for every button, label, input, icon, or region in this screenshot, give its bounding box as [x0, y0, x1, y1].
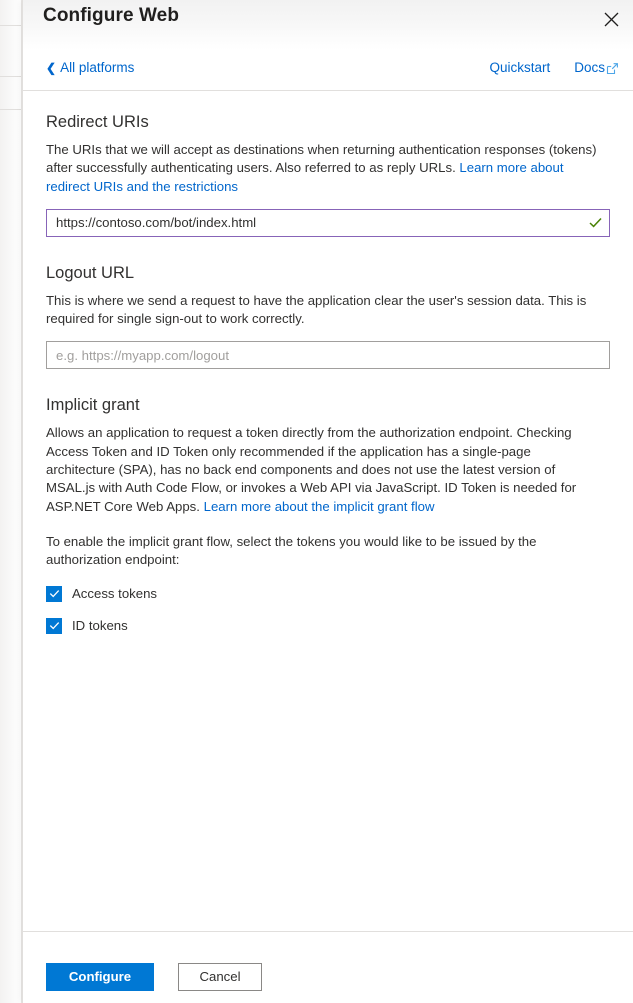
backdrop-strip [0, 110, 22, 1003]
checkbox-label-id-tokens: ID tokens [72, 617, 128, 633]
implicit-grant-description: Allows an application to request a token… [46, 424, 598, 515]
redirect-uris-description: The URIs that we will accept as destinat… [46, 141, 598, 196]
blade-titlebar: Configure Web [23, 0, 633, 50]
redirect-uri-field [46, 208, 610, 237]
configure-web-blade: Configure Web ❮ All platforms Quickstart… [22, 0, 633, 1003]
checkbox-row-id-tokens[interactable]: ID tokens [46, 616, 128, 636]
checkbox-label-access-tokens: Access tokens [72, 585, 158, 601]
checkmark-glyph [49, 622, 59, 630]
implicit-grant-learn-more-link[interactable]: Learn more about the implicit grant flow [204, 499, 435, 514]
section-heading-implicit-grant: Implicit grant [46, 396, 140, 415]
breadcrumb-all-platforms[interactable]: ❮ All platforms [46, 60, 134, 75]
configure-button[interactable]: Configure [46, 963, 154, 991]
token-checkbox-list: Access tokens ID tokens [46, 584, 610, 636]
blade-command-bar: ❮ All platforms Quickstart Docs [23, 50, 633, 91]
blade-content: Redirect URIs The URIs that we will acce… [23, 91, 633, 931]
close-icon[interactable] [595, 3, 627, 35]
cancel-button[interactable]: Cancel [178, 963, 262, 991]
implicit-grant-instruction: To enable the implicit grant flow, selec… [46, 533, 537, 568]
checkbox-row-access-tokens[interactable]: Access tokens [46, 584, 157, 604]
docs-link[interactable]: Docs [574, 60, 619, 75]
backdrop-strip [0, 0, 22, 25]
section-heading-logout-url: Logout URL [46, 263, 135, 282]
quickstart-label: Quickstart [489, 60, 551, 75]
redirect-uri-input[interactable] [46, 208, 610, 237]
logout-url-description: This is where we send a request to have … [46, 292, 587, 327]
logout-url-field [46, 341, 610, 370]
checkbox-checked-icon[interactable] [46, 617, 62, 634]
close-glyph [604, 12, 618, 26]
breadcrumb-label: All platforms [60, 60, 135, 75]
checkmark-glyph [49, 590, 59, 598]
docs-label: Docs [574, 60, 605, 75]
backdrop-strip [0, 26, 22, 76]
external-link-icon [606, 63, 618, 75]
checkbox-checked-icon[interactable] [46, 585, 62, 602]
logout-url-input[interactable] [46, 341, 610, 370]
section-heading-redirect-uris: Redirect URIs [46, 113, 149, 131]
blade-footer: Configure Cancel [23, 931, 633, 1003]
command-bar-links: Quickstart Docs [489, 60, 619, 75]
chevron-left-icon: ❮ [46, 60, 57, 75]
quickstart-link[interactable]: Quickstart [489, 60, 550, 75]
page-title: Configure Web [43, 5, 180, 26]
backdrop-strip [0, 77, 22, 109]
